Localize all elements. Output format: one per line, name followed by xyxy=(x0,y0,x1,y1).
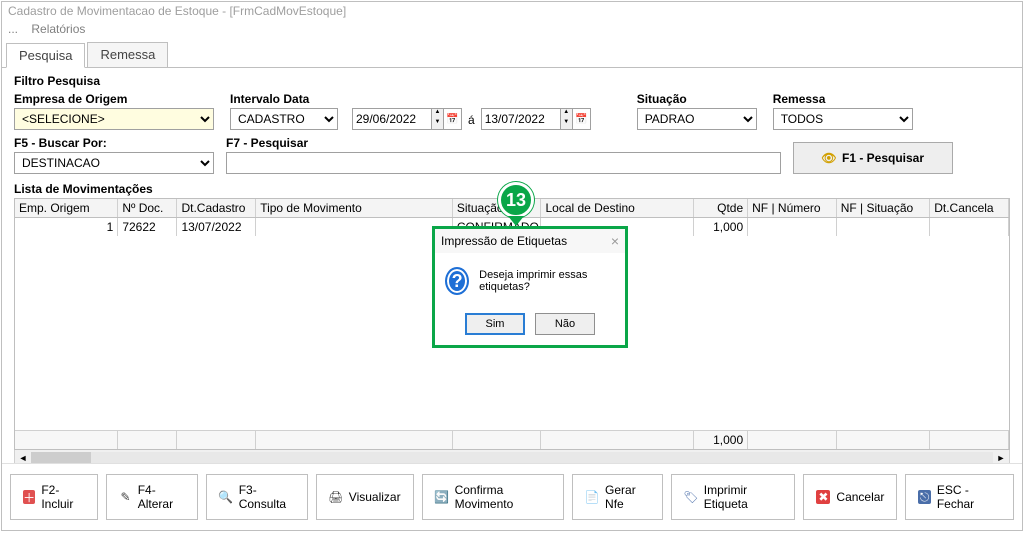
check-icon: 🔄 xyxy=(435,490,449,504)
close-icon: ⎋ xyxy=(918,490,930,504)
cell-nfn xyxy=(748,218,837,236)
button-confirma-movimento[interactable]: 🔄 Confirma Movimento xyxy=(422,474,564,520)
print-icon: 🖨 xyxy=(329,490,343,504)
scroll-left-arrow[interactable]: ◄ xyxy=(15,453,31,463)
label-remessa: Remessa xyxy=(773,92,913,106)
col-nf-numero[interactable]: NF | Número xyxy=(748,199,837,217)
label-f7-pesquisar: F7 - Pesquisar xyxy=(226,136,781,150)
dialog-impressao-etiquetas: Impressão de Etiquetas × ? Deseja imprim… xyxy=(432,226,628,348)
dialog-button-sim[interactable]: Sim xyxy=(465,313,525,335)
footer-total-qtde: 1,000 xyxy=(694,431,748,449)
filter-section-label: Filtro Pesquisa xyxy=(14,74,1014,88)
btn-label: Cancelar xyxy=(836,490,884,504)
cell-nfs xyxy=(837,218,931,236)
col-dt-cadastro[interactable]: Dt.Cadastro xyxy=(177,199,256,217)
col-num-doc[interactable]: Nº Doc. xyxy=(118,199,177,217)
input-date-to[interactable] xyxy=(481,108,561,130)
button-imprimir-etiqueta[interactable]: 🏷 Imprimir Etiqueta xyxy=(671,474,796,520)
spinner-date-to[interactable]: ▲▼ xyxy=(561,108,573,130)
dialog-title-text: Impressão de Etiquetas xyxy=(441,234,567,248)
menubar: ... Relatórios xyxy=(2,22,1022,40)
select-remessa[interactable]: TODOS xyxy=(773,108,913,130)
dialog-button-nao[interactable]: Não xyxy=(535,313,595,335)
btn-label: Imprimir Etiqueta xyxy=(704,483,783,511)
filter-row-2: F5 - Buscar Por: DESTINACAO F7 - Pesquis… xyxy=(10,136,1014,180)
button-gerar-nfe[interactable]: 📄 Gerar Nfe xyxy=(572,474,663,520)
cancel-icon: ✖ xyxy=(816,490,830,504)
col-tipo-mov[interactable]: Tipo de Movimento xyxy=(256,199,453,217)
step-pointer xyxy=(508,216,524,226)
filter-row-1: Empresa de Origem <SELECIONE> Intervalo … xyxy=(10,90,1014,136)
button-cancelar[interactable]: ✖ Cancelar xyxy=(803,474,897,520)
select-situacao[interactable]: PADRAO xyxy=(637,108,757,130)
step-number: 13 xyxy=(498,182,534,218)
cell-emp: 1 xyxy=(15,218,118,236)
scroll-thumb[interactable] xyxy=(31,452,91,464)
pencil-icon: ✎ xyxy=(119,490,131,504)
btn-label: ESC - Fechar xyxy=(937,483,1001,511)
menu-item-relatorios[interactable]: Relatórios xyxy=(31,22,85,36)
button-esc-fechar[interactable]: ⎋ ESC - Fechar xyxy=(905,474,1014,520)
input-date-from[interactable] xyxy=(352,108,432,130)
label-buscar-por: F5 - Buscar Por: xyxy=(14,136,214,150)
button-f4-alterar[interactable]: ✎ F4-Alterar xyxy=(106,474,197,520)
col-local-destino[interactable]: Local de Destino xyxy=(541,199,693,217)
plus-icon: ＋ xyxy=(23,490,35,504)
button-f1-pesquisar[interactable]: 👁 F1 - Pesquisar xyxy=(793,142,953,174)
dialog-close-icon[interactable]: × xyxy=(611,233,619,249)
tab-pesquisa[interactable]: Pesquisa xyxy=(6,43,85,68)
select-buscar-por[interactable]: DESTINACAO xyxy=(14,152,214,174)
date-separator: á xyxy=(468,113,475,127)
scroll-track[interactable] xyxy=(31,452,993,464)
grid-footer: 1,000 xyxy=(15,430,1009,449)
label-intervalo-data: Intervalo Data xyxy=(230,92,591,106)
calendar-icon-to[interactable]: 📅 xyxy=(573,108,591,130)
cell-canc xyxy=(930,218,1009,236)
button-f3-consulta[interactable]: 🔍 F3-Consulta xyxy=(206,474,308,520)
document-icon: 📄 xyxy=(585,490,599,504)
cell-doc: 72622 xyxy=(118,218,177,236)
scroll-right-arrow[interactable]: ► xyxy=(993,453,1009,463)
spinner-date-from[interactable]: ▲▼ xyxy=(432,108,444,130)
window-title: Cadastro de Movimentacao de Estoque - [F… xyxy=(2,2,1022,22)
step-badge: 13 xyxy=(496,182,536,230)
dialog-buttons: Sim Não xyxy=(435,313,625,345)
search-icon: 🔍 xyxy=(219,490,233,504)
btn-label: F2-Incluir xyxy=(41,483,85,511)
menu-item[interactable]: ... xyxy=(8,22,18,36)
tabstrip: Pesquisa Remessa xyxy=(2,42,1022,68)
button-f1-pesquisar-label: F1 - Pesquisar xyxy=(842,151,924,165)
cell-cad: 13/07/2022 xyxy=(177,218,256,236)
label-empresa-origem: Empresa de Origem xyxy=(14,92,214,106)
button-visualizar[interactable]: 🖨 Visualizar xyxy=(316,474,414,520)
question-icon: ? xyxy=(445,267,469,295)
input-pesquisar[interactable] xyxy=(226,152,781,174)
btn-label: Visualizar xyxy=(349,490,401,504)
calendar-icon-from[interactable]: 📅 xyxy=(444,108,462,130)
select-intervalo-tipo[interactable]: CADASTRO xyxy=(230,108,338,130)
select-empresa-origem[interactable]: <SELECIONE> xyxy=(14,108,214,130)
button-f2-incluir[interactable]: ＋ F2-Incluir xyxy=(10,474,98,520)
eye-icon: 👁 xyxy=(822,151,836,165)
col-nf-situacao[interactable]: NF | Situação xyxy=(837,199,931,217)
col-emp-origem[interactable]: Emp. Origem xyxy=(15,199,118,217)
btn-label: Confirma Movimento xyxy=(455,483,551,511)
btn-label: F4-Alterar xyxy=(138,483,185,511)
col-qtde[interactable]: Qtde xyxy=(694,199,748,217)
dialog-message: Deseja imprimir essas etiquetas? xyxy=(479,269,615,293)
label-situacao: Situação xyxy=(637,92,757,106)
label-icon: 🏷 xyxy=(684,490,698,504)
app-window: Cadastro de Movimentacao de Estoque - [F… xyxy=(1,1,1023,531)
col-dt-cancela[interactable]: Dt.Cancela xyxy=(930,199,1009,217)
dialog-body: ? Deseja imprimir essas etiquetas? xyxy=(435,253,625,313)
cell-tipo xyxy=(256,218,453,236)
tab-remessa[interactable]: Remessa xyxy=(87,42,168,67)
btn-label: Gerar Nfe xyxy=(605,483,650,511)
dialog-titlebar: Impressão de Etiquetas × xyxy=(435,229,625,253)
action-bar: ＋ F2-Incluir ✎ F4-Alterar 🔍 F3-Consulta 🖨 Vi… xyxy=(2,463,1022,530)
cell-qtd: 1,000 xyxy=(694,218,748,236)
btn-label: F3-Consulta xyxy=(239,483,295,511)
